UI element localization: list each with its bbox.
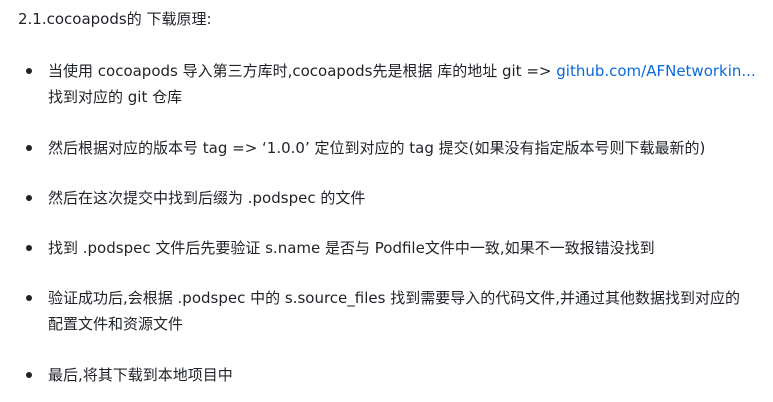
bullet-dot-icon (26, 372, 32, 378)
list-item: 当使用 cocoapods 导入第三方库时,cocoapods先是根据 库的地址… (26, 58, 768, 110)
list-item-text: 最后,将其下载到本地项目中 (48, 366, 233, 384)
bullet-dot-icon (26, 145, 32, 151)
list-item-text: 当使用 cocoapods 导入第三方库时,cocoapods先是根据 库的地址… (48, 58, 768, 84)
document: 2.1.cocoapods的 下载原理: 当使用 cocoapods 导入第三方… (0, 0, 773, 402)
list-item: 最后,将其下载到本地项目中 (26, 362, 768, 388)
list-item: 找到 .podspec 文件后先要验证 s.name 是否与 Podfile文件… (26, 235, 768, 261)
list-item-text: 然后根据对应的版本号 tag => ‘1.0.0’ 定位到对应的 tag 提交(… (48, 139, 706, 157)
list-item: 验证成功后,会根据 .podspec 中的 s.source_files 找到需… (26, 285, 768, 337)
list-item-text-continuation: 找到对应的 git 仓库 (48, 88, 183, 106)
bullet-dot-icon (26, 195, 32, 201)
list-item: 然后在这次提交中找到后缀为 .podspec 的文件 (26, 185, 768, 211)
github-link[interactable]: github.com/AFNetworkin... (556, 62, 755, 80)
list-item-text-before-link: 当使用 cocoapods 导入第三方库时,cocoapods先是根据 库的地址… (48, 62, 557, 80)
list-item-text: 验证成功后,会根据 .podspec 中的 s.source_files 找到需… (48, 289, 740, 307)
list-item-text: 找到 .podspec 文件后先要验证 s.name 是否与 Podfile文件… (48, 239, 655, 257)
list-item-text-continuation: 配置文件和资源文件 (48, 315, 184, 333)
list-item: 然后根据对应的版本号 tag => ‘1.0.0’ 定位到对应的 tag 提交(… (26, 135, 768, 161)
bullet-dot-icon (26, 68, 32, 74)
list-item-text: 然后在这次提交中找到后缀为 .podspec 的文件 (48, 189, 366, 207)
bullet-dot-icon (26, 295, 32, 301)
section-heading: 2.1.cocoapods的 下载原理: (18, 10, 212, 28)
bullet-dot-icon (26, 245, 32, 251)
